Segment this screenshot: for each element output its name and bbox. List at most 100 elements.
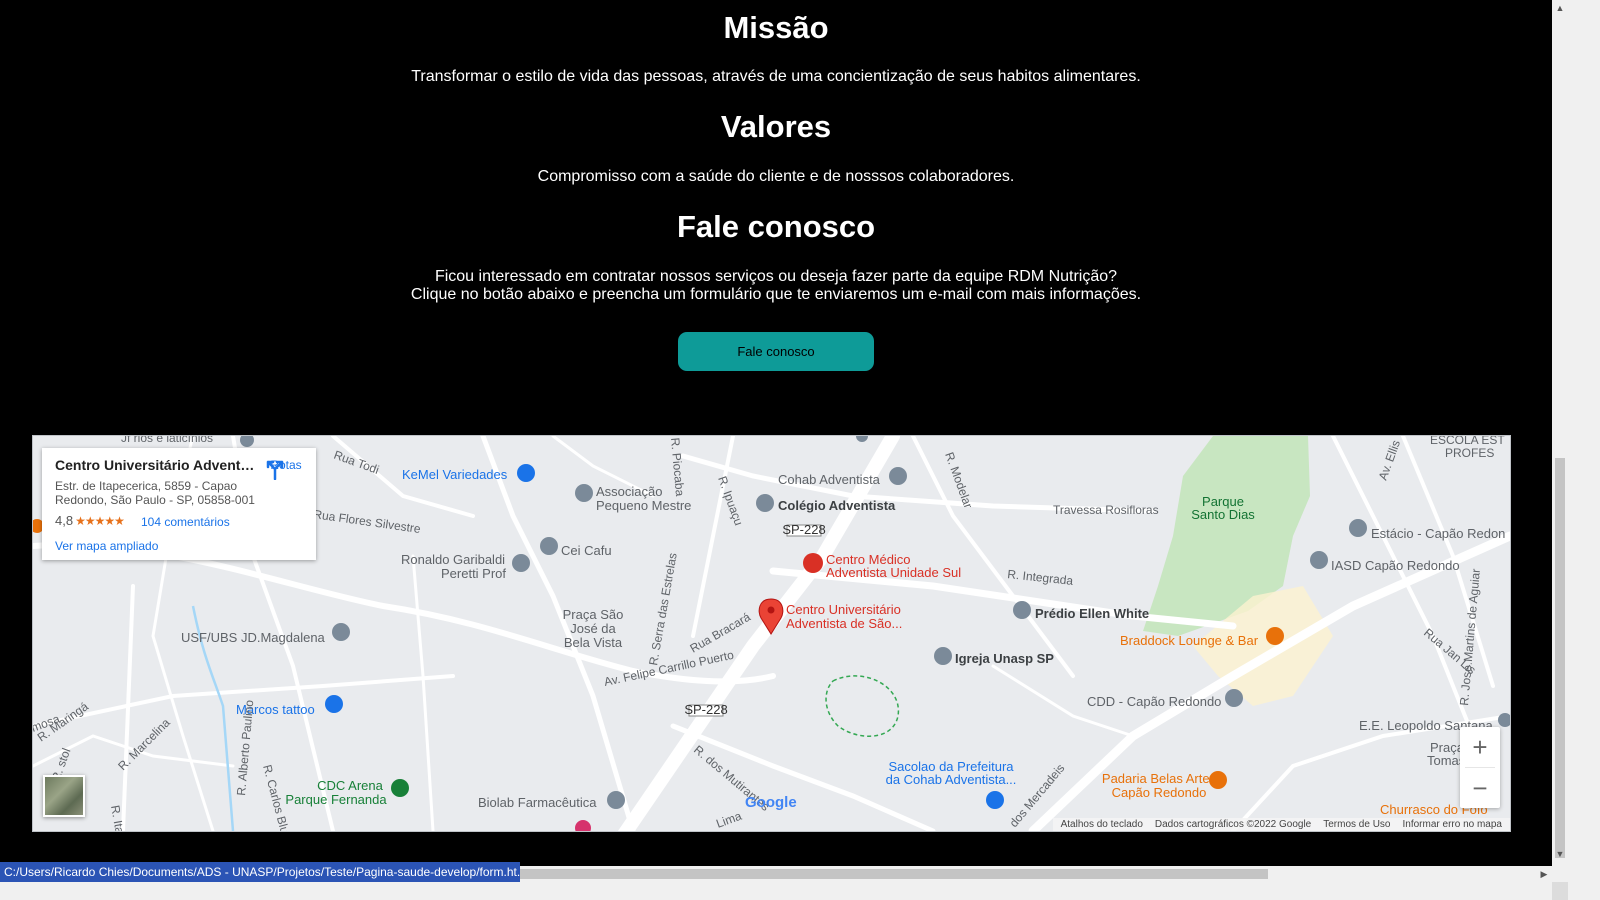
label-unasp-2[interactable]: Adventista de São... <box>786 616 902 631</box>
contact-text-line2: Clique no botão abaixo e preencha um for… <box>410 286 1142 303</box>
mission-heading: Missão <box>723 10 829 45</box>
school-icon[interactable] <box>756 494 774 512</box>
church-icon[interactable] <box>934 647 952 665</box>
view-larger-map-link[interactable]: Ver mapa ampliado <box>55 539 158 553</box>
label-biolab: Biolab Farmacêutica <box>478 795 597 810</box>
school-icon[interactable] <box>540 537 558 555</box>
school-icon[interactable] <box>1349 519 1367 537</box>
school-icon[interactable] <box>512 554 530 572</box>
keyboard-shortcuts-link[interactable]: Atalhos do teclado <box>1061 819 1143 830</box>
scrollbar-corner <box>1552 882 1568 900</box>
label-cohab: Cohab Adventista <box>778 472 881 487</box>
label-lima: Lima <box>714 809 744 831</box>
vertical-scroll-thumb[interactable] <box>1555 458 1565 858</box>
scroll-down-icon[interactable]: ▼ <box>1552 846 1568 862</box>
zoom-controls[interactable]: + − <box>1460 727 1500 808</box>
label-ronaldo-1: Ronaldo Garibaldi <box>401 552 505 567</box>
school-icon[interactable] <box>889 467 907 485</box>
location-pin-icon[interactable] <box>575 484 593 502</box>
values-text-wrap: Compromisso com a saúde do cliente e de … <box>0 168 1552 186</box>
location-pin-icon[interactable] <box>1310 551 1328 569</box>
sp228-label-1: SP-228 <box>782 522 825 537</box>
label-assoc-1: Associação <box>596 484 662 499</box>
label-cei: Cei Cafu <box>561 543 612 558</box>
label-usf: USF/UBS JD.Magdalena <box>181 630 326 645</box>
contact-text-line1: Ficou interessado em contratar nossos se… <box>434 268 1118 285</box>
location-pin-icon[interactable] <box>856 436 868 442</box>
bar-icon[interactable] <box>1266 627 1284 645</box>
terms-link[interactable]: Termos de Uso <box>1323 819 1390 830</box>
zoom-out-icon[interactable]: − <box>1460 768 1500 808</box>
map-attribution: Atalhos do teclado Dados cartográficos ©… <box>1052 818 1510 831</box>
place-rating: 4,8 ★★★★★ <box>55 513 125 528</box>
contact-button[interactable]: Fale conosco <box>678 332 874 371</box>
track-path <box>825 675 900 737</box>
location-pin-icon[interactable] <box>575 820 591 831</box>
label-marcelina: R. Marcelina <box>115 715 173 773</box>
horizontal-scroll-thumb[interactable] <box>520 869 1268 879</box>
label-cdc-1: CDC Arena <box>317 778 384 793</box>
label-padaria-2: Capão Redondo <box>1112 785 1207 800</box>
place-address: Estr. de Itapecerica, 5859 - Capao Redon… <box>55 479 255 507</box>
contact-text-wrap: Ficou interessado em contratar nossos se… <box>0 268 1552 304</box>
label-piocaba: R. Piocaba <box>668 437 687 497</box>
label-travessa: Travessa Rosifloras <box>1053 503 1159 517</box>
rating-value: 4,8 <box>55 513 74 528</box>
label-ronaldo-2: Peretti Prof <box>441 566 506 581</box>
embedded-map[interactable]: SP-228 SP-228 Jf rios e laticínios KeMel… <box>32 435 1511 832</box>
label-unasp-1[interactable]: Centro Universitário <box>786 602 901 617</box>
school-icon[interactable] <box>1498 713 1510 727</box>
label-todi: Rua Todi <box>332 448 381 477</box>
location-pin-icon[interactable] <box>391 779 409 797</box>
shopping-icon[interactable] <box>986 791 1004 809</box>
label-iasd: IASD Capão Redondo <box>1331 558 1460 573</box>
directions-icon <box>266 460 284 480</box>
label-praca-3: Bela Vista <box>564 635 623 650</box>
label-escola-2: PROFES <box>1445 446 1494 460</box>
shopping-icon[interactable] <box>325 695 343 713</box>
report-error-link[interactable]: Informar erro no mapa <box>1403 819 1503 830</box>
google-logo-text: Google <box>745 794 797 811</box>
label-integrada: R. Integrada <box>1007 567 1074 588</box>
label-colegio: Colégio Adventista <box>778 498 896 513</box>
label-cdc-2: Parque Fernanda <box>285 792 387 807</box>
location-pin-icon[interactable] <box>1225 689 1243 707</box>
values-section: Valores <box>0 109 1552 145</box>
reviews-link[interactable]: 104 comentários <box>141 515 230 529</box>
directions-button[interactable]: Rotas <box>264 458 308 480</box>
hospital-icon[interactable] <box>803 553 823 573</box>
label-parque-2: Santo Dias <box>1191 507 1255 522</box>
label-braddock: Braddock Lounge & Bar <box>1120 633 1259 648</box>
star-icon: ★★★★★ <box>75 514 125 528</box>
location-pin-icon[interactable] <box>607 791 625 809</box>
hospital-icon[interactable] <box>332 623 350 641</box>
label-flores: Rua Flores Silvestre <box>313 507 422 536</box>
label-serra: R. Serra das Estrelas <box>646 552 680 667</box>
label-assoc-2: Pequeno Mestre <box>596 498 691 513</box>
map-data-text: Dados cartográficos ©2022 Google <box>1154 819 1312 830</box>
label-praca-1: Praça São <box>563 607 624 622</box>
label-ellen: Prédio Ellen White <box>1035 606 1149 621</box>
scroll-up-icon[interactable]: ▲ <box>1552 0 1568 16</box>
values-heading: Valores <box>720 109 832 144</box>
scroll-right-icon[interactable]: ▶ <box>1536 866 1552 882</box>
shopping-icon[interactable] <box>517 464 535 482</box>
google-logo: Google <box>745 794 797 811</box>
label-sacolao-2: da Cohab Adventista... <box>886 772 1017 787</box>
window-edge <box>1568 0 1600 900</box>
mission-section: Missão <box>0 10 1552 46</box>
school-icon[interactable] <box>1013 601 1031 619</box>
mission-text-wrap: Transformar o estilo de vida das pessoas… <box>0 68 1552 86</box>
contact-section: Fale conosco <box>0 209 1552 245</box>
label-jf: Jf rios e laticínios <box>121 436 213 445</box>
label-itapeti: R. Itapeti <box>108 804 130 831</box>
satellite-toggle[interactable] <box>43 775 85 817</box>
shopping-icon[interactable] <box>240 436 254 447</box>
label-cms-2: Adventista Unidade Sul <box>826 565 961 580</box>
mission-text: Transformar o estilo de vida das pessoas… <box>411 68 1141 85</box>
place-info-card: Centro Universitário Adventist... Estr. … <box>42 448 316 560</box>
label-padaria-1: Padaria Belas Artes <box>1102 771 1217 786</box>
vertical-scrollbar[interactable]: ▲ ▼ <box>1552 0 1568 882</box>
sp228-label-2: SP-228 <box>684 702 727 717</box>
zoom-in-icon[interactable]: + <box>1460 727 1500 767</box>
